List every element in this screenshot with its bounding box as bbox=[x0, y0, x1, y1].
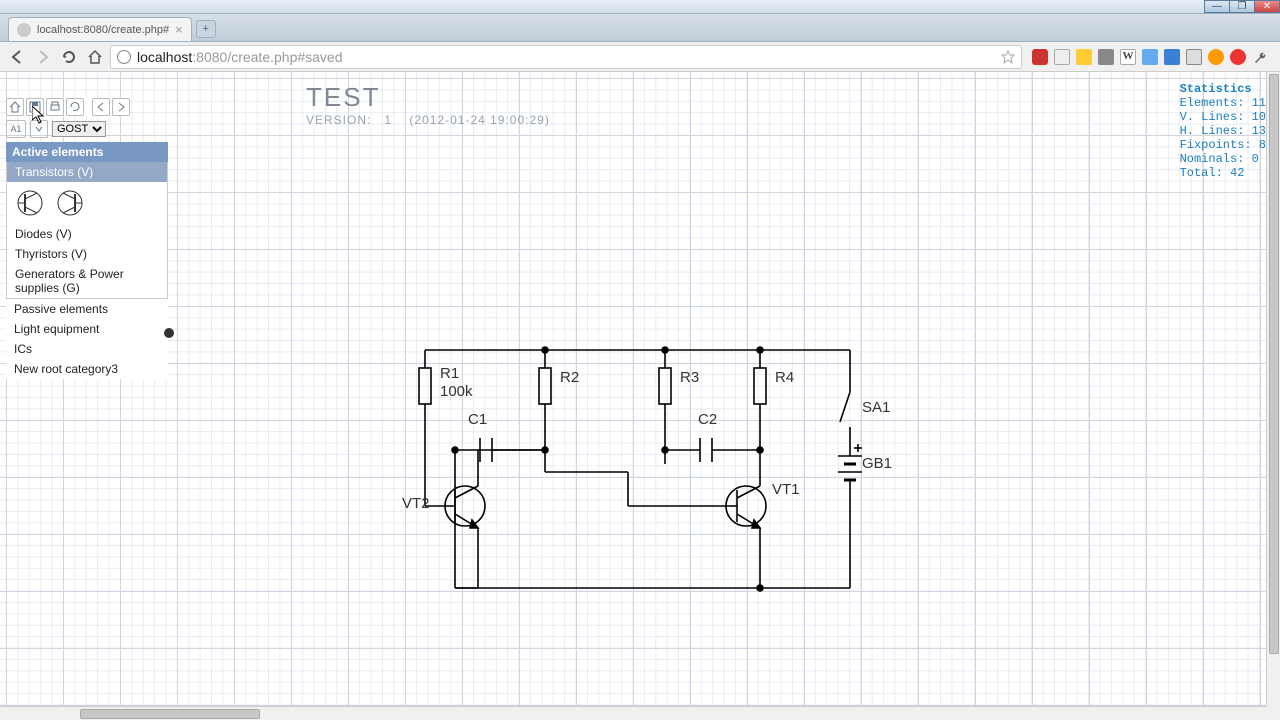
save-icon bbox=[29, 101, 41, 113]
transistor-npn-icon[interactable] bbox=[15, 188, 45, 218]
w-extension-icon[interactable]: W bbox=[1120, 49, 1136, 65]
gear-extension-icon[interactable] bbox=[1098, 49, 1114, 65]
forward-button[interactable] bbox=[32, 46, 54, 68]
horizontal-scrollbar[interactable] bbox=[0, 706, 1266, 720]
home-icon bbox=[9, 101, 21, 113]
svg-text:SA1: SA1 bbox=[862, 399, 890, 416]
svg-text:C1: C1 bbox=[468, 411, 487, 428]
label-tool-button[interactable]: A1 bbox=[6, 120, 26, 138]
refresh-icon bbox=[69, 101, 81, 113]
browser-tab-strip: localhost:8080/create.php# × + bbox=[0, 14, 1280, 42]
svg-text:R2: R2 bbox=[560, 369, 579, 386]
window-titlebar: — ❐ ✕ bbox=[0, 0, 1280, 14]
url-bar[interactable]: localhost:8080/create.php#saved bbox=[110, 45, 1022, 69]
window-close-button[interactable]: ✕ bbox=[1254, 0, 1280, 13]
wrench-icon[interactable] bbox=[1252, 49, 1268, 65]
redo-tool-button[interactable] bbox=[112, 98, 130, 116]
print-tool-button[interactable] bbox=[46, 98, 64, 116]
sidebar-active-category[interactable]: Transistors (V) bbox=[7, 162, 167, 182]
svg-text:C2: C2 bbox=[698, 411, 717, 428]
standard-select[interactable]: GOST bbox=[52, 121, 106, 137]
arrow-left-icon bbox=[9, 49, 25, 65]
svg-text:R4: R4 bbox=[775, 369, 794, 386]
back-button[interactable] bbox=[6, 46, 28, 68]
mail-extension-icon[interactable] bbox=[1054, 49, 1070, 65]
bookmark-star-icon[interactable] bbox=[1001, 50, 1015, 67]
ext-icon-4[interactable] bbox=[1208, 49, 1224, 65]
chevron-down-icon bbox=[34, 124, 44, 134]
svg-text:VT1: VT1 bbox=[772, 481, 800, 498]
sidebar-collapse-button[interactable] bbox=[164, 328, 174, 338]
undo-tool-button[interactable] bbox=[92, 98, 110, 116]
svg-text:R3: R3 bbox=[680, 369, 699, 386]
scroll-corner bbox=[1266, 706, 1280, 720]
reload-icon bbox=[61, 49, 77, 65]
ext-icon-3[interactable] bbox=[1186, 49, 1202, 65]
home-icon bbox=[87, 49, 103, 65]
a1-icon: A1 bbox=[10, 124, 21, 134]
window-maximize-button[interactable]: ❐ bbox=[1229, 0, 1255, 13]
svg-text:GB1: GB1 bbox=[862, 455, 892, 472]
reload-button[interactable] bbox=[58, 46, 80, 68]
sidebar-item-diodes[interactable]: Diodes (V) bbox=[7, 224, 167, 244]
svg-text:VT2: VT2 bbox=[402, 495, 430, 512]
sidebar-item-newroot[interactable]: New root category3 bbox=[6, 359, 168, 379]
ext-icon-1[interactable] bbox=[1142, 49, 1158, 65]
print-icon bbox=[49, 101, 61, 113]
sidebar-item-passive[interactable]: Passive elements bbox=[6, 299, 168, 319]
vertical-scrollbar[interactable] bbox=[1266, 72, 1280, 706]
url-text: localhost:8080/create.php#saved bbox=[137, 49, 343, 65]
arrow-left-icon bbox=[95, 101, 107, 113]
tab-favicon bbox=[17, 23, 31, 37]
sidebar-item-thyristors[interactable]: Thyristors (V) bbox=[7, 244, 167, 264]
extension-icons: W bbox=[1026, 49, 1274, 65]
star-extension-icon[interactable] bbox=[1076, 49, 1092, 65]
new-tab-button[interactable]: + bbox=[196, 20, 216, 38]
sidebar-item-generators[interactable]: Generators & Power supplies (G) bbox=[7, 264, 167, 298]
arrow-right-icon bbox=[35, 49, 51, 65]
app-toolbar-row2: A1 GOST bbox=[6, 120, 106, 138]
browser-tab[interactable]: localhost:8080/create.php# × bbox=[8, 17, 192, 41]
schematic: R1 100k R2 R3 R4 bbox=[0, 72, 1260, 706]
sidebar-header: Active elements bbox=[6, 142, 168, 162]
abp-extension-icon[interactable] bbox=[1032, 49, 1048, 65]
ext-icon-5[interactable] bbox=[1230, 49, 1246, 65]
browser-nav-toolbar: localhost:8080/create.php#saved W bbox=[0, 42, 1280, 72]
save-tool-button[interactable] bbox=[26, 98, 44, 116]
app-toolbar bbox=[6, 98, 130, 116]
tab-close-icon[interactable]: × bbox=[175, 22, 183, 37]
tab-title: localhost:8080/create.php# bbox=[37, 24, 169, 36]
component-sidebar: Active elements Transistors (V) Diodes (… bbox=[6, 142, 168, 379]
transistor-pnp-icon[interactable] bbox=[55, 188, 85, 218]
refresh-tool-button[interactable] bbox=[66, 98, 84, 116]
dropdown-tool-button[interactable] bbox=[30, 120, 48, 138]
canvas[interactable]: TEST VERSION: 1 (2012-01-24 19:00:29) St… bbox=[0, 72, 1280, 706]
window-minimize-button[interactable]: — bbox=[1204, 0, 1230, 13]
sidebar-item-ics[interactable]: ICs bbox=[6, 339, 168, 359]
globe-icon bbox=[117, 50, 131, 64]
home-button[interactable] bbox=[84, 46, 106, 68]
ext-icon-2[interactable] bbox=[1164, 49, 1180, 65]
home-tool-button[interactable] bbox=[6, 98, 24, 116]
sidebar-item-light[interactable]: Light equipment bbox=[6, 319, 168, 339]
svg-text:100k: 100k bbox=[440, 383, 473, 400]
component-tray bbox=[7, 182, 167, 224]
svg-text:R1: R1 bbox=[440, 365, 459, 382]
arrow-right-icon bbox=[115, 101, 127, 113]
